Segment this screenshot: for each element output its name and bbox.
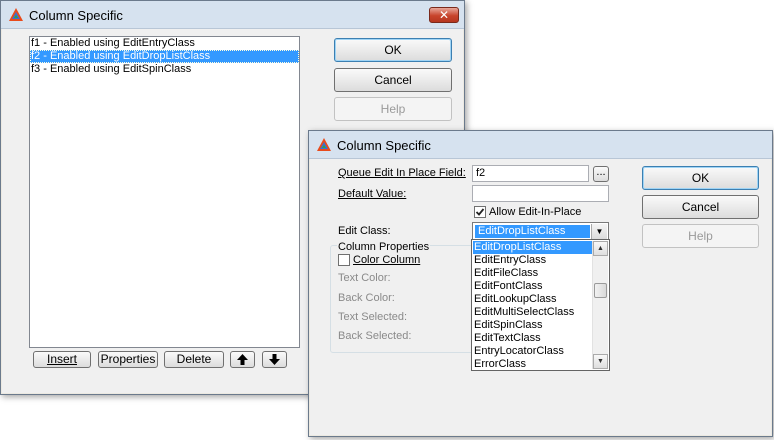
help-button[interactable]: Help [334, 97, 452, 121]
window-titlebar[interactable]: Column Specific [309, 131, 772, 159]
window-titlebar[interactable]: Column Specific ✕ [1, 1, 464, 29]
dropdown-item[interactable]: EntryLocatorClass [473, 345, 592, 358]
list-item[interactable]: f3 - Enabled using EditSpinClass [30, 63, 299, 76]
insert-button-label: Insert [46, 352, 77, 366]
checkmark-icon [475, 208, 485, 216]
color-column-label[interactable]: Color Column [353, 254, 420, 266]
ok-button-label: OK [384, 43, 402, 57]
edit-class-label: Edit Class: [338, 225, 391, 237]
help-button[interactable]: Help [642, 224, 759, 248]
browse-button[interactable]: ... [593, 166, 609, 182]
allow-edit-checkbox[interactable] [474, 206, 486, 218]
app-triangle-icon [9, 8, 23, 21]
ok-button-label: OK [691, 171, 710, 185]
close-icon: ✕ [438, 8, 450, 22]
cancel-button[interactable]: Cancel [334, 68, 452, 92]
default-value-label: Default Value: [338, 188, 407, 200]
list-item[interactable]: f1 - Enabled using EditEntryClass [30, 37, 299, 50]
arrow-down-icon [269, 354, 280, 365]
color-column-checkbox[interactable] [338, 254, 350, 266]
edit-class-combobox[interactable]: EditDropListClass ▼ [472, 222, 609, 240]
allow-edit-label[interactable]: Allow Edit-In-Place [489, 206, 581, 218]
scroll-thumb[interactable] [594, 283, 607, 298]
help-button-label: Help [380, 102, 406, 116]
text-color-label: Text Color: [338, 272, 391, 284]
back-selected-label: Back Selected: [338, 330, 412, 342]
scroll-down-button[interactable]: ▼ [593, 354, 608, 369]
properties-button[interactable]: Properties [98, 351, 158, 368]
move-down-button[interactable] [262, 351, 287, 368]
dropdown-scrollbar[interactable]: ▲ ▼ [592, 241, 608, 369]
queue-field-label: Queue Edit In Place Field: [338, 167, 466, 179]
dropdown-item[interactable]: EditSpinClass [473, 319, 592, 332]
properties-button-label: Properties [100, 352, 156, 366]
edit-class-dropdown-list[interactable]: EditDropListClass EditEntryClass EditFil… [471, 239, 610, 371]
app-triangle-icon [317, 138, 331, 151]
arrow-up-icon [237, 354, 248, 365]
chevron-down-icon: ▼ [595, 227, 604, 236]
delete-button-label: Delete [176, 352, 212, 366]
close-button[interactable]: ✕ [429, 7, 459, 23]
column-properties-label: Column Properties [337, 241, 431, 253]
dropdown-item[interactable]: EditMultiSelectClass [473, 306, 592, 319]
dropdown-item[interactable]: EditTextClass [473, 332, 592, 345]
dropdown-item[interactable]: EditLookupClass [473, 293, 592, 306]
move-up-button[interactable] [230, 351, 255, 368]
queue-field-input[interactable]: f2 [472, 165, 589, 182]
cancel-button-label: Cancel [374, 73, 412, 87]
cancel-button[interactable]: Cancel [642, 195, 759, 219]
ok-button[interactable]: OK [642, 166, 759, 190]
window-title: Column Specific [29, 8, 123, 23]
insert-button[interactable]: Insert [33, 351, 91, 368]
dropdown-item[interactable]: EditEntryClass [473, 254, 592, 267]
window-body: Queue Edit In Place Field: f2 ... Defaul… [310, 159, 771, 435]
dropdown-item[interactable]: EditFileClass [473, 267, 592, 280]
scroll-up-icon: ▲ [597, 245, 604, 252]
browse-button-label: ... [596, 166, 606, 178]
list-item-selected[interactable]: f2 - Enabled using EditDropListClass [30, 50, 299, 63]
text-selected-label: Text Selected: [338, 311, 408, 323]
dropdown-arrow-button[interactable]: ▼ [591, 224, 607, 240]
column-list[interactable]: f1 - Enabled using EditEntryClass f2 - E… [29, 36, 300, 348]
column-specific-window-front: Column Specific Queue Edit In Place Fiel… [308, 130, 773, 437]
default-value-input[interactable] [472, 185, 609, 202]
window-title: Column Specific [337, 138, 431, 153]
help-button-label: Help [688, 229, 713, 243]
scroll-up-button[interactable]: ▲ [593, 241, 608, 256]
delete-button[interactable]: Delete [164, 351, 224, 368]
dropdown-item[interactable]: ErrorClass [473, 358, 592, 371]
dropdown-item[interactable]: EditFontClass [473, 280, 592, 293]
scroll-down-icon: ▼ [597, 358, 604, 365]
back-color-label: Back Color: [338, 292, 395, 304]
edit-class-value: EditDropListClass [475, 225, 590, 238]
dropdown-item-selected[interactable]: EditDropListClass [473, 241, 592, 254]
cancel-button-label: Cancel [681, 200, 720, 214]
ok-button[interactable]: OK [334, 38, 452, 62]
